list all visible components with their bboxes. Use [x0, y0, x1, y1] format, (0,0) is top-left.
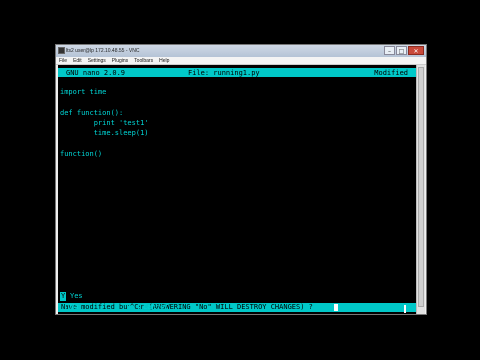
- option-cancel[interactable]: ^C Cancel: [129, 303, 249, 312]
- nano-filename: File: running1.py: [188, 69, 260, 77]
- option-key: Y: [60, 292, 67, 301]
- nano-status: Modified: [374, 69, 408, 77]
- prompt-options: Y Yes N No ^C Cancel: [57, 292, 415, 314]
- window-controls: – □ ✕: [384, 46, 424, 55]
- maximize-button[interactable]: □: [396, 46, 407, 55]
- terminal-area[interactable]: GNU nano 2.0.9 File: running1.py Modifie…: [58, 65, 416, 314]
- option-label: No: [70, 303, 79, 311]
- code-line: def function():: [60, 109, 124, 117]
- app-icon: [58, 47, 65, 54]
- window-title: lts2 user@lp 172.10.48.55 - VNC: [66, 48, 140, 54]
- mouse-cursor: [404, 305, 406, 313]
- vertical-scrollbar[interactable]: [416, 65, 425, 314]
- vnc-window: lts2 user@lp 172.10.48.55 - VNC – □ ✕ Fi…: [55, 44, 427, 315]
- menu-edit[interactable]: Edit: [73, 58, 82, 64]
- scroll-thumb[interactable]: [418, 67, 424, 307]
- title-bar[interactable]: lts2 user@lp 172.10.48.55 - VNC – □ ✕: [56, 45, 426, 57]
- minimize-button[interactable]: –: [384, 46, 395, 55]
- close-button[interactable]: ✕: [408, 46, 424, 55]
- menu-bar: File Edit Settings Plugins Toolbars Help: [56, 57, 426, 65]
- option-label: Yes: [70, 292, 83, 300]
- option-label: Cancel: [143, 303, 169, 311]
- code-line: print 'test1': [60, 119, 149, 127]
- option-key: N: [60, 303, 67, 312]
- nano-version: GNU nano 2.0.9: [66, 69, 126, 77]
- menu-toolbars[interactable]: Toolbars: [134, 58, 153, 64]
- menu-file[interactable]: File: [59, 58, 67, 64]
- code-line: import time: [60, 88, 107, 96]
- code-line: time.sleep(1): [60, 129, 149, 137]
- option-yes[interactable]: Y Yes: [57, 292, 415, 301]
- nano-header: GNU nano 2.0.9 File: running1.py Modifie…: [58, 68, 416, 77]
- menu-settings[interactable]: Settings: [88, 58, 106, 64]
- option-key: ^C: [129, 303, 140, 312]
- menu-help[interactable]: Help: [159, 58, 169, 64]
- code-line: function(): [60, 150, 103, 158]
- menu-plugins[interactable]: Plugins: [112, 58, 128, 64]
